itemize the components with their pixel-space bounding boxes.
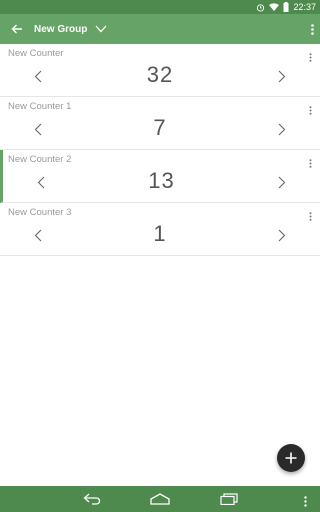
increment-button[interactable] <box>278 123 286 141</box>
counter-name: New Counter 2 <box>8 154 72 165</box>
counter-name: New Counter <box>8 48 64 59</box>
battery-icon <box>283 2 289 12</box>
back-button[interactable] <box>0 14 34 44</box>
status-time: 22:37 <box>293 2 316 12</box>
nav-recents-button[interactable] <box>220 492 238 510</box>
more-vert-icon <box>309 53 312 62</box>
group-dropdown-button[interactable] <box>95 25 107 33</box>
chevron-right-icon <box>278 229 286 242</box>
increment-button[interactable] <box>278 70 286 88</box>
add-counter-fab[interactable] <box>277 444 305 472</box>
toolbar-overflow-menu-button[interactable] <box>311 22 314 40</box>
counter-list: New Counter 32 New Counter 1 7 New Count… <box>0 44 320 256</box>
back-arrow-icon <box>83 493 101 505</box>
home-icon <box>150 493 170 505</box>
more-vert-icon <box>309 212 312 221</box>
alarm-icon <box>257 3 265 12</box>
nav-menu-button[interactable] <box>304 494 307 512</box>
more-vert-icon <box>311 24 314 35</box>
counter-item[interactable]: New Counter 3 1 <box>0 203 320 256</box>
counter-item-selected[interactable]: New Counter 2 13 <box>0 150 320 203</box>
wifi-icon <box>269 3 280 11</box>
counter-item[interactable]: New Counter 1 7 <box>0 97 320 150</box>
chevron-down-icon <box>95 25 107 33</box>
app-toolbar: New Group <box>0 14 320 44</box>
recents-icon <box>220 493 238 506</box>
counter-name: New Counter 1 <box>8 101 72 112</box>
plus-icon <box>285 452 297 464</box>
more-vert-icon <box>304 496 307 507</box>
nav-home-button[interactable] <box>150 492 170 510</box>
counter-value: 1 <box>153 221 167 246</box>
arrow-left-icon <box>11 24 22 34</box>
increment-button[interactable] <box>278 229 286 247</box>
counter-value: 7 <box>153 115 167 140</box>
increment-button[interactable] <box>278 176 286 194</box>
more-vert-icon <box>309 159 312 168</box>
counter-item[interactable]: New Counter 32 <box>0 44 320 97</box>
counter-value: 32 <box>146 62 174 87</box>
chevron-right-icon <box>278 123 286 136</box>
chevron-right-icon <box>278 70 286 83</box>
group-title[interactable]: New Group <box>34 24 87 35</box>
status-bar: 22:37 <box>0 0 320 14</box>
chevron-right-icon <box>278 176 286 189</box>
counter-name: New Counter 3 <box>8 207 72 218</box>
nav-back-button[interactable] <box>83 492 101 510</box>
more-vert-icon <box>309 106 312 115</box>
counter-value: 13 <box>148 168 175 193</box>
system-navigation-bar <box>0 486 320 512</box>
